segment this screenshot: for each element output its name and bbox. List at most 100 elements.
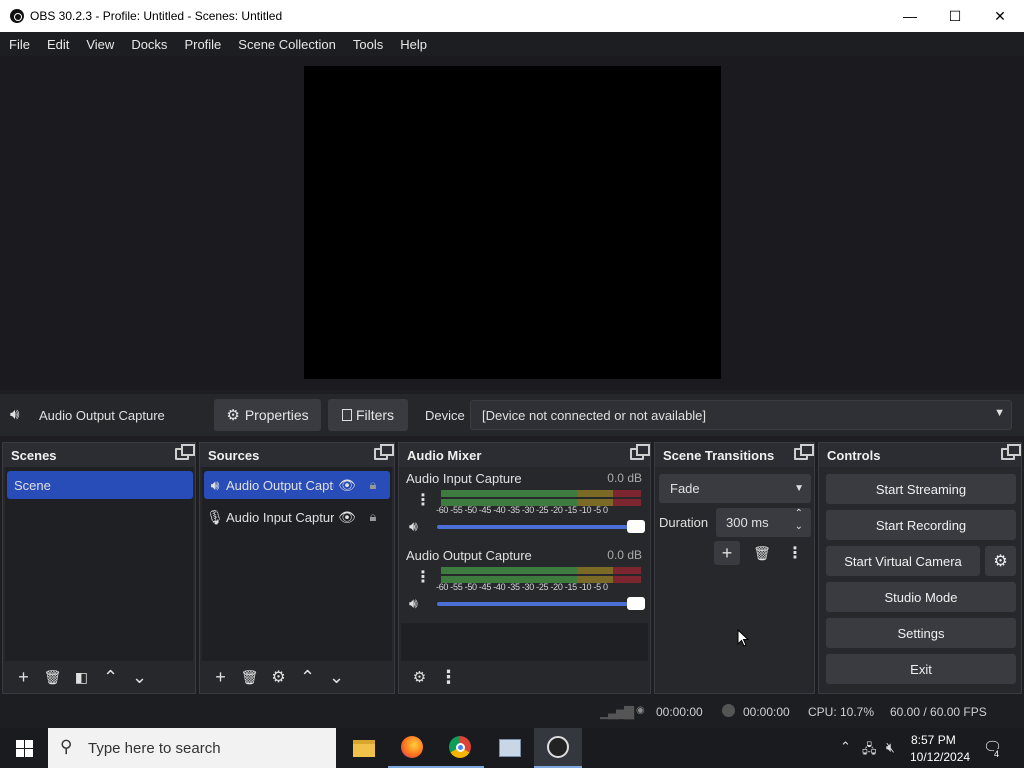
speaker-icon: 🔊︎ [10,406,20,423]
chevron-down-icon: ▼ [794,483,804,494]
filters-icon [341,409,352,421]
source-item[interactable]: 🎙︎ Audio Input Capture 👁︎ 🔒︎ [204,503,390,531]
start-streaming-button[interactable]: Start Streaming [826,474,1016,504]
eye-icon[interactable]: 👁︎ [334,477,360,494]
sources-title: Sources [208,447,260,463]
clock-time[interactable]: 8:57 PM [911,733,956,747]
undock-icon[interactable] [1001,444,1021,460]
more-options-icon[interactable]: ⋮ [415,567,431,587]
mouse-cursor-icon [737,629,749,647]
network-icon[interactable]: 🖧 [862,740,877,762]
record-status-icon [722,704,735,717]
undock-icon[interactable] [630,444,650,460]
device-select[interactable]: [Device not connected or not available] … [470,400,1012,430]
taskbar-app-chrome[interactable] [436,728,484,768]
mixer-channel: Audio Input Capture 0.0 dB ⋮ -60 -55 -50… [401,468,649,544]
move-up-icon[interactable]: ⌃ [96,665,125,689]
speaker-icon[interactable]: 🔊︎ [409,518,418,535]
start-recording-button[interactable]: Start Recording [826,510,1016,540]
move-down-icon[interactable]: ⌄ [322,665,351,689]
close-button[interactable]: ✕ [977,0,1023,32]
lock-icon[interactable]: 🔒︎ [360,477,386,493]
eye-icon[interactable]: 👁︎ [334,509,360,526]
virtual-camera-settings-icon[interactable]: ⚙ [985,546,1016,576]
menu-help[interactable]: Help [391,37,435,52]
more-options-icon[interactable]: ⋮ [434,665,463,689]
selected-source-name: Audio Output Capture [39,408,165,423]
slider-handle[interactable] [627,520,645,533]
transition-select[interactable]: Fade ▼ [659,474,811,503]
taskbar-app-obs[interactable] [534,728,582,768]
windows-start-icon[interactable] [16,740,33,757]
scenes-title: Scenes [11,447,57,463]
menu-file[interactable]: File [0,37,38,52]
stream-time: 00:00:00 [656,705,703,719]
studio-mode-button[interactable]: Studio Mode [826,582,1016,612]
menu-bar: File Edit View Docks Profile Scene Colle… [0,32,1024,56]
stream-status-icon: ◉ [636,705,645,716]
obs-logo-icon [10,9,24,23]
preview-canvas[interactable] [304,66,721,379]
undock-icon[interactable] [374,444,394,460]
clock-date[interactable]: 10/12/2024 [910,750,970,764]
menu-tools[interactable]: Tools [344,37,391,52]
channel-name: Audio Input Capture [406,471,522,486]
add-icon[interactable]: + [9,665,38,689]
menu-edit[interactable]: Edit [38,37,77,52]
add-icon[interactable]: + [206,665,235,689]
menu-scene-collection[interactable]: Scene Collection [229,37,344,52]
menu-docks[interactable]: Docks [122,37,175,52]
menu-view[interactable]: View [77,37,122,52]
duration-input[interactable]: 300 ms ⌃ ⌄ [716,508,811,537]
advanced-audio-icon[interactable]: ⚙ [405,665,434,689]
start-virtual-camera-button[interactable]: Start Virtual Camera [826,546,980,576]
undock-icon[interactable] [794,444,814,460]
settings-button[interactable]: Settings [826,618,1016,648]
chevron-up-icon[interactable]: ⌃ [795,508,803,519]
source-label: Audio Output Capture [226,477,334,493]
notification-count: 4 [994,749,1000,759]
taskbar-search[interactable]: ⚲ Type here to search [48,728,336,768]
maximize-button[interactable]: ☐ [932,0,978,32]
lock-icon[interactable]: 🔒︎ [360,509,386,525]
fps-readout: 60.00 / 60.00 FPS [890,705,987,719]
search-placeholder: Type here to search [88,739,221,757]
slider-handle[interactable] [627,597,645,610]
add-transition-icon[interactable]: + [714,541,740,565]
taskbar-app-file-explorer[interactable] [340,728,388,768]
speaker-icon[interactable]: 🔊︎ [409,595,418,612]
device-value: [Device not connected or not available] [482,407,707,423]
channel-db: 0.0 dB [607,471,642,485]
controls-title: Controls [827,447,881,463]
menu-profile[interactable]: Profile [175,37,229,52]
volume-slider[interactable] [437,520,645,533]
speaker-icon: 🔊︎ [210,476,220,493]
notification-icon[interactable]: 🗨︎ [983,738,1002,756]
scene-item[interactable]: Scene [7,471,193,499]
source-item[interactable]: 🔊︎ Audio Output Capture 👁︎ 🔒︎ [204,471,390,499]
chevron-down-icon[interactable]: ⌄ [795,521,803,532]
taskbar-app-firefox[interactable] [388,728,436,768]
taskbar-app-generic[interactable] [486,728,534,768]
more-options-icon[interactable]: ⋮ [415,490,431,510]
move-down-icon[interactable]: ⌄ [125,665,154,689]
filters-button[interactable]: Filters [328,399,408,431]
volume-slider[interactable] [437,597,645,610]
volume-meter [441,490,641,497]
properties-button[interactable]: ⚙ Properties [214,399,321,431]
undock-icon[interactable] [175,444,195,460]
scene-filters-icon[interactable]: ◧ [67,665,96,689]
trash-icon[interactable]: 🗑︎ [235,665,264,689]
exit-button[interactable]: Exit [826,654,1016,684]
gear-icon[interactable]: ⚙ [264,665,293,689]
volume-meter [441,567,641,574]
minimize-button[interactable]: — [887,0,933,32]
title-bar: OBS 30.2.3 - Profile: Untitled - Scenes:… [0,0,1024,32]
firefox-icon [401,736,423,758]
trash-icon[interactable]: 🗑︎ [750,541,774,565]
move-up-icon[interactable]: ⌃ [293,665,322,689]
more-options-icon[interactable]: ⋮ [783,541,807,565]
trash-icon[interactable]: 🗑︎ [38,665,67,689]
chevron-up-icon[interactable]: ⌃ [840,739,851,755]
volume-muted-icon[interactable]: 🔇︎ [886,739,895,756]
